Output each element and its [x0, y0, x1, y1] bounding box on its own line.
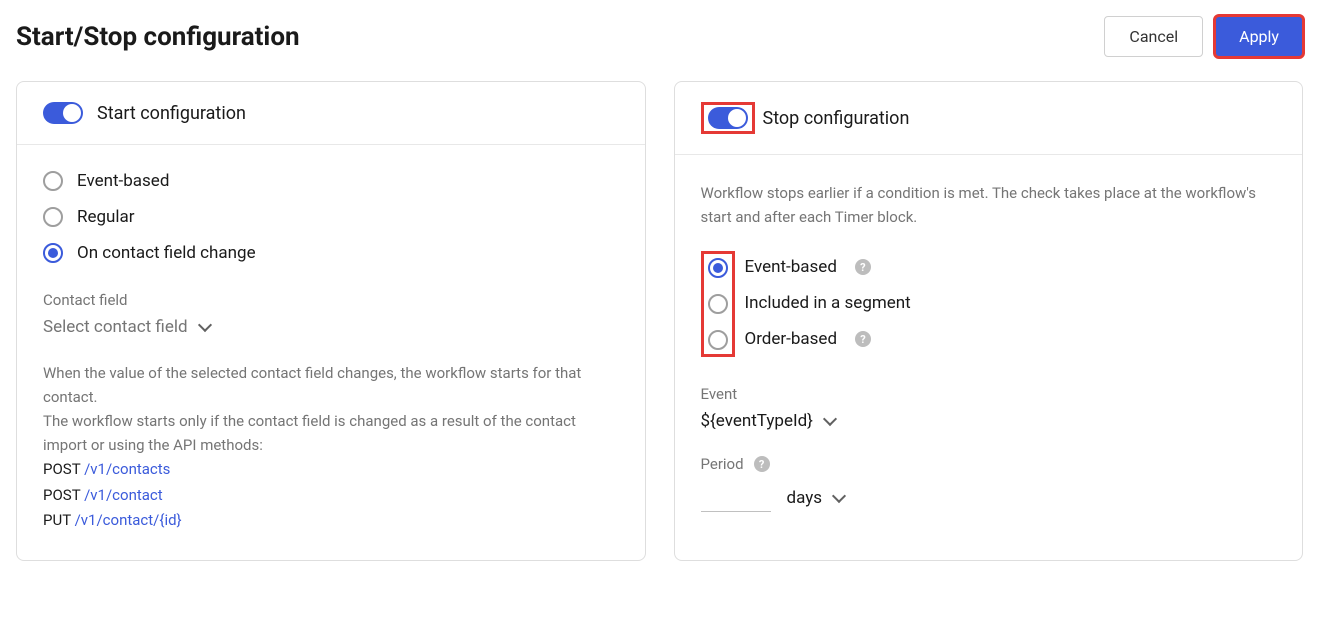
stop-option-segment[interactable]: Included in a segment — [745, 293, 911, 313]
help-line-1: When the value of the selected contact f… — [43, 364, 581, 406]
stop-radio-group: Event-based ? Included in a segment Orde… — [701, 251, 1277, 357]
api-method: POST — [43, 486, 80, 504]
chevron-down-icon — [823, 412, 837, 426]
radio-label: Regular — [77, 207, 135, 227]
stop-radio-highlight — [701, 251, 735, 357]
stop-panel-title: Stop configuration — [763, 108, 910, 129]
api-link-contact[interactable]: /v1/contact — [84, 486, 163, 504]
stop-toggle[interactable] — [708, 107, 748, 129]
api-method: PUT — [43, 511, 71, 529]
api-method: POST — [43, 460, 80, 478]
stop-option-order-based[interactable]: Order-based ? — [745, 329, 911, 349]
period-unit-value: days — [787, 488, 823, 508]
api-line-3: PUT /v1/contact/{id} — [43, 508, 619, 534]
period-row: days — [701, 483, 1277, 512]
start-option-event-based[interactable]: Event-based — [43, 171, 619, 191]
stop-option-event-based[interactable]: Event-based ? — [745, 257, 911, 277]
page-title: Start/Stop configuration — [16, 22, 300, 52]
radio-label: Included in a segment — [745, 293, 911, 313]
stop-panel-header: Stop configuration — [675, 82, 1303, 155]
chevron-down-icon — [197, 318, 211, 332]
help-line-2: The workflow starts only if the contact … — [43, 412, 576, 454]
help-icon[interactable]: ? — [855, 331, 871, 347]
help-icon[interactable]: ? — [855, 259, 871, 275]
start-panel-header: Start configuration — [17, 82, 645, 145]
stop-option-order-based-radio[interactable] — [708, 330, 728, 350]
header-actions: Cancel Apply — [1104, 16, 1303, 57]
api-link-contacts[interactable]: /v1/contacts — [84, 460, 170, 478]
stop-description: Workflow stops earlier if a condition is… — [701, 181, 1277, 229]
event-field-label: Event — [701, 385, 1277, 403]
api-line-1: POST /v1/contacts — [43, 457, 619, 483]
start-panel: Start configuration Event-based Regular … — [16, 81, 646, 561]
start-option-regular[interactable]: Regular — [43, 207, 619, 227]
radio-icon — [43, 243, 63, 263]
cancel-button[interactable]: Cancel — [1104, 16, 1203, 57]
period-field-label: Period — [701, 455, 744, 473]
event-value: ${eventTypeId} — [701, 411, 813, 431]
start-panel-title: Start configuration — [97, 103, 246, 124]
help-icon[interactable]: ? — [754, 456, 770, 472]
api-line-2: POST /v1/contact — [43, 483, 619, 509]
period-unit-select[interactable]: days — [787, 488, 845, 508]
radio-label: On contact field change — [77, 243, 256, 263]
stop-option-event-based-radio[interactable] — [708, 258, 728, 278]
apply-button[interactable]: Apply — [1215, 16, 1303, 57]
event-select[interactable]: ${eventTypeId} — [701, 411, 1277, 431]
start-option-on-change[interactable]: On contact field change — [43, 243, 619, 263]
chevron-down-icon — [832, 488, 846, 502]
radio-label: Order-based — [745, 329, 838, 349]
stop-option-segment-radio[interactable] — [708, 294, 728, 314]
period-input[interactable] — [701, 483, 771, 512]
start-help-text: When the value of the selected contact f… — [43, 361, 619, 457]
contact-field-value: Select contact field — [43, 317, 188, 337]
radio-label: Event-based — [77, 171, 169, 191]
stop-toggle-highlight — [701, 102, 755, 134]
api-link-contact-id[interactable]: /v1/contact/{id} — [75, 511, 182, 529]
contact-field-label: Contact field — [43, 291, 619, 309]
start-radio-group: Event-based Regular On contact field cha… — [43, 171, 619, 263]
radio-icon — [43, 207, 63, 227]
start-toggle[interactable] — [43, 102, 83, 124]
radio-label: Event-based — [745, 257, 837, 277]
contact-field-select[interactable]: Select contact field — [43, 317, 619, 337]
radio-icon — [43, 171, 63, 191]
stop-panel: Stop configuration Workflow stops earlie… — [674, 81, 1304, 561]
